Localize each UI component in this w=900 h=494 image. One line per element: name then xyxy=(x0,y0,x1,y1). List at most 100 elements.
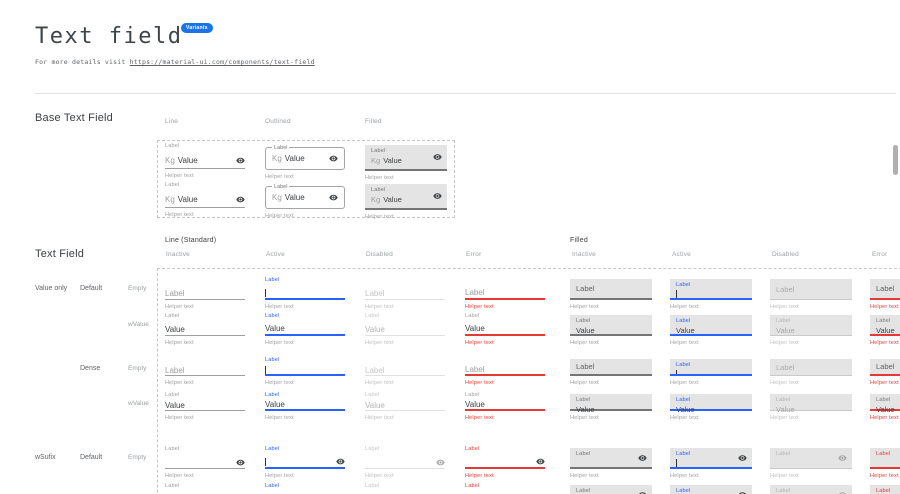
visibility-icon[interactable] xyxy=(329,193,338,202)
field-float-label: Label xyxy=(165,483,245,493)
filled-text-field-disabled: LabelValueHelper text xyxy=(770,392,852,421)
text-field-input[interactable]: Label xyxy=(670,448,752,469)
text-field-input[interactable]: Value xyxy=(165,323,245,336)
text-field-input[interactable]: Value xyxy=(165,400,245,411)
helper-text: Helper text xyxy=(570,304,652,310)
text-field-input[interactable]: LabelKgValue xyxy=(265,186,345,209)
visibility-icon[interactable] xyxy=(236,458,245,467)
field-value: Value xyxy=(465,400,485,409)
subtitle: For more details visit https://material-… xyxy=(35,58,315,66)
field-label: Label xyxy=(371,148,441,154)
text-field-input[interactable]: KgValue xyxy=(165,192,245,208)
text-field-input[interactable]: Label xyxy=(165,287,245,300)
text-field-input[interactable]: Label xyxy=(465,365,545,376)
visibility-icon[interactable] xyxy=(536,457,545,466)
scrollbar-thumb[interactable] xyxy=(893,145,898,175)
text-field-input[interactable]: Value xyxy=(265,323,345,336)
row-state-label: wValue xyxy=(128,321,149,328)
text-field-input[interactable] xyxy=(465,456,545,469)
text-field-input[interactable]: Label xyxy=(770,448,852,469)
text-field-input[interactable]: LabelValue xyxy=(670,394,752,411)
row-variant-label: Default xyxy=(80,454,102,461)
visibility-icon[interactable] xyxy=(638,490,647,494)
visibility-icon[interactable] xyxy=(838,491,847,494)
text-field-input[interactable]: LabelValue xyxy=(870,394,900,411)
visibility-icon[interactable] xyxy=(236,156,245,165)
text-field-input[interactable] xyxy=(265,456,345,469)
visibility-icon[interactable] xyxy=(436,458,445,467)
text-field-input[interactable]: LabelValue xyxy=(570,394,652,411)
text-caret xyxy=(676,459,677,467)
text-field-input[interactable]: LabelValue xyxy=(670,315,752,336)
helper-text: Helper text xyxy=(165,173,245,179)
text-field-input[interactable] xyxy=(265,365,345,376)
field-float-label: Label xyxy=(676,397,746,403)
text-field-input[interactable]: LabelValue xyxy=(870,485,900,494)
text-field-input[interactable]: Label xyxy=(570,448,652,469)
text-field-input[interactable]: Label xyxy=(570,279,652,300)
text-field-input[interactable]: LabelValue xyxy=(570,315,652,336)
text-field-input[interactable]: Label xyxy=(770,279,852,300)
docs-link[interactable]: https://material-ui.com/components/text-… xyxy=(130,58,315,66)
text-field-input[interactable]: Label xyxy=(365,287,445,300)
filled-text-field-disabled: LabelHelper text xyxy=(770,446,852,479)
field-value: Value xyxy=(165,325,185,334)
field-value: KgValue xyxy=(165,156,198,165)
text-field-input[interactable] xyxy=(165,456,245,469)
text-field-input[interactable]: Label xyxy=(365,365,445,376)
text-field-input[interactable]: Value xyxy=(365,400,445,411)
text-field-input[interactable]: Label xyxy=(570,359,652,376)
text-field-input[interactable]: Value xyxy=(465,323,545,336)
text-field-input[interactable] xyxy=(265,287,345,300)
text-field-input[interactable] xyxy=(365,456,445,469)
page: Text field Variants For more details vis… xyxy=(0,0,900,494)
text-field-input[interactable]: LabelValue xyxy=(570,485,652,494)
filled-text-field-active: LabelHelper text xyxy=(670,446,752,479)
base-filled-field: LabelKgValueHelper text xyxy=(365,143,447,181)
text-field-input[interactable]: Label xyxy=(870,448,900,469)
visibility-icon[interactable] xyxy=(329,154,338,163)
state-header: Active xyxy=(266,251,285,258)
helper-text: Helper text xyxy=(870,340,900,346)
filled-text-field-active: LabelHelper text xyxy=(670,277,752,310)
text-field-input[interactable]: LabelValue xyxy=(770,485,852,494)
visibility-icon[interactable] xyxy=(738,490,747,494)
filled-text-field-inactive: LabelValueHelper text xyxy=(570,483,652,494)
subtitle-text: For more details visit xyxy=(35,58,130,66)
text-field-input[interactable]: Label xyxy=(770,359,852,376)
text-field-input[interactable]: LabelValue xyxy=(770,394,852,411)
text-field-input[interactable]: LabelValue xyxy=(770,315,852,336)
field-float-label xyxy=(365,357,445,365)
visibility-icon[interactable] xyxy=(236,195,245,204)
text-field-input[interactable]: LabelKgValue xyxy=(265,147,345,170)
text-field-input[interactable]: Label xyxy=(870,359,900,376)
text-field-input[interactable]: KgValue xyxy=(165,153,245,169)
text-field-input[interactable]: LabelKgValue xyxy=(365,184,447,210)
visibility-icon[interactable] xyxy=(738,453,747,462)
text-field-input[interactable]: LabelKgValue xyxy=(365,145,447,171)
field-float-label: Label xyxy=(365,313,445,323)
text-field-input[interactable]: Value xyxy=(265,400,345,411)
visibility-icon[interactable] xyxy=(433,192,442,201)
row-state-label: Empty xyxy=(128,285,146,292)
text-field-input[interactable]: Label xyxy=(670,279,752,300)
visibility-icon[interactable] xyxy=(433,153,442,162)
text-field-input[interactable]: Label xyxy=(670,359,752,376)
visibility-icon[interactable] xyxy=(838,454,847,463)
field-label: Label xyxy=(576,284,646,293)
text-field-input[interactable]: LabelValue xyxy=(870,315,900,336)
visibility-icon[interactable] xyxy=(336,457,345,466)
field-float-label: Label xyxy=(876,318,900,324)
text-field-input[interactable]: Label xyxy=(165,365,245,376)
text-field-input[interactable]: Value xyxy=(465,400,545,411)
text-field-input[interactable]: Value xyxy=(365,323,445,336)
field-float-label: Label xyxy=(876,488,900,494)
field-value: KgValue xyxy=(371,195,441,204)
field-float-label: Label xyxy=(676,488,746,494)
text-field-input[interactable]: LabelValue xyxy=(670,485,752,494)
line-text-field-disabled: LabelHelper text xyxy=(365,357,445,386)
text-field-input[interactable]: Label xyxy=(465,287,545,300)
field-label: Label xyxy=(365,289,385,298)
text-field-input[interactable]: Label xyxy=(870,279,900,300)
visibility-icon[interactable] xyxy=(638,453,647,462)
